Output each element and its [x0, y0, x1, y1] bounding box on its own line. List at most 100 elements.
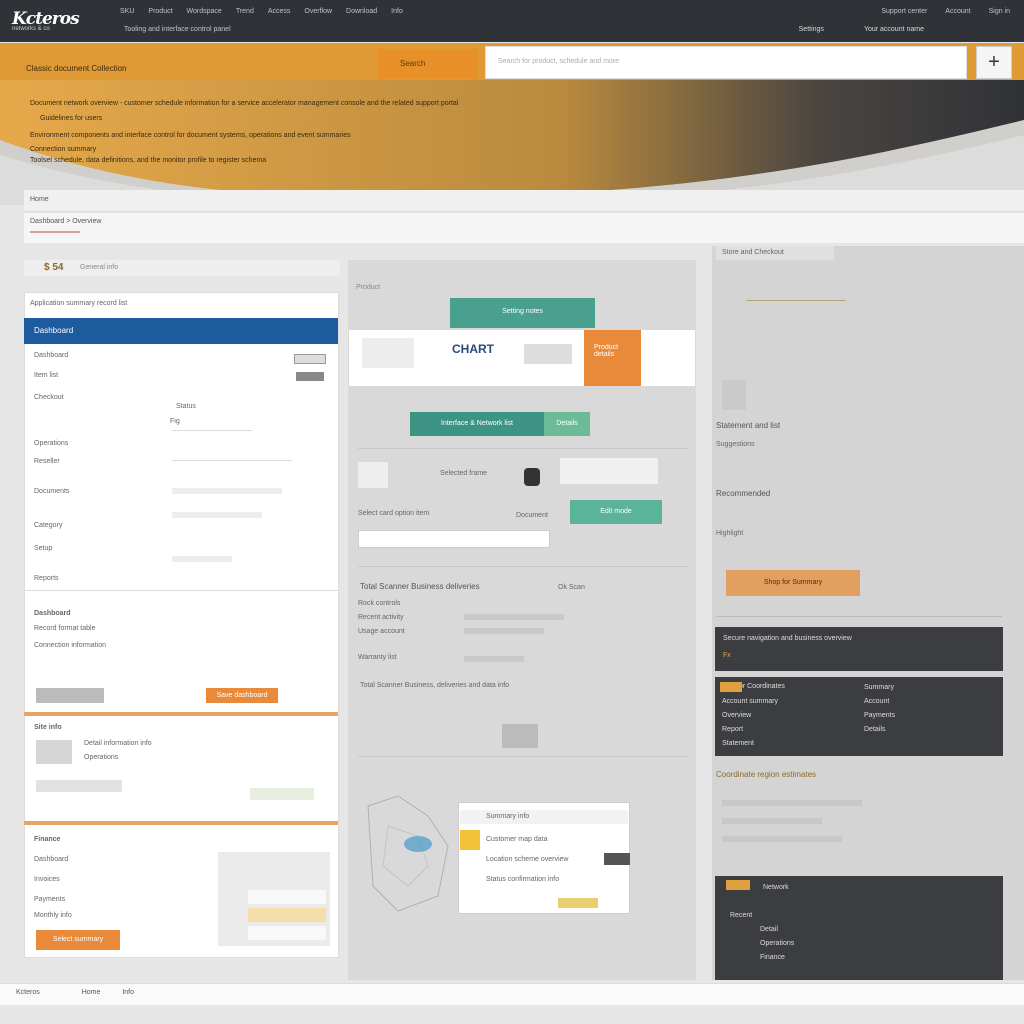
row-bar — [172, 556, 232, 562]
nav-item[interactable]: Trend — [236, 8, 254, 15]
search-category-button[interactable]: Search — [378, 49, 478, 79]
edit-mode-button[interactable]: Edit mode — [570, 500, 662, 524]
left-row[interactable]: Item list — [34, 372, 58, 379]
row-bar — [722, 836, 842, 842]
nav-item[interactable]: Access — [268, 8, 291, 15]
mid-list-item[interactable]: Rock controls — [358, 600, 400, 607]
frame-thumbnail — [358, 462, 388, 488]
footer: Kcteros Home Info — [0, 983, 1024, 1005]
right-item[interactable]: Highlight — [716, 530, 743, 537]
footer-link[interactable]: Home — [82, 989, 101, 996]
top-links: Support center Account Sign in — [881, 8, 1010, 15]
dark-row[interactable]: Finance — [760, 954, 785, 961]
grey-button[interactable] — [36, 688, 104, 703]
frame-preview — [560, 458, 658, 484]
dark-row[interactable]: Operations — [760, 940, 794, 947]
mid-list-item[interactable]: Recent activity — [358, 614, 404, 621]
section-row[interactable]: Invoices — [34, 876, 60, 883]
breadcrumb-text[interactable]: Dashboard > Overview — [30, 218, 1018, 225]
nav-item[interactable]: Product — [148, 8, 172, 15]
select-summary-button[interactable]: Select summary — [36, 930, 120, 950]
network-list-tab[interactable]: Interface & Network list — [410, 412, 544, 436]
section-separator — [24, 712, 338, 716]
top-link[interactable]: Account — [945, 8, 970, 15]
left-row[interactable]: Operations — [34, 440, 68, 447]
product-details-tab[interactable]: Product details — [584, 330, 641, 386]
details-tab[interactable]: Details — [544, 412, 590, 436]
section-row[interactable]: Detail information info — [84, 740, 152, 747]
nav-item[interactable]: Overflow — [304, 8, 332, 15]
status-toggle[interactable] — [294, 354, 326, 364]
left-row[interactable]: Setup — [34, 545, 52, 552]
section-separator — [24, 821, 338, 825]
section-row[interactable]: Connection information — [34, 642, 106, 649]
dark-panel-3: Network — [715, 876, 1003, 980]
right-title: Store and Checkout — [722, 249, 784, 256]
dark-row[interactable]: Recent — [730, 912, 752, 919]
card-tags — [558, 898, 598, 908]
left-row[interactable]: Documents — [34, 488, 69, 495]
section-row[interactable]: Monthly info — [34, 912, 72, 919]
dark-row[interactable]: Report — [722, 726, 743, 733]
section-title: Finance — [34, 836, 61, 843]
card-row: Customer map data — [486, 836, 548, 843]
top-link[interactable]: Support center — [881, 8, 927, 15]
hero-line: Toolset schedule, data definitions, and … — [30, 157, 267, 164]
dark-panel-title: Vendor Coordinates — [723, 683, 785, 690]
left-row[interactable]: Checkout — [34, 394, 64, 401]
left-row[interactable]: Reseller — [34, 458, 60, 465]
dark-panel-text: Secure navigation and business overview — [723, 635, 852, 642]
right-line — [746, 300, 846, 301]
top-link[interactable]: Your account name — [864, 26, 924, 33]
nav-item[interactable]: Wordspace — [187, 8, 222, 15]
left-row[interactable]: Dashboard — [34, 352, 68, 359]
footer-link[interactable]: Info — [122, 989, 134, 996]
right-item[interactable]: Statement and list — [716, 421, 780, 430]
dark-row[interactable]: Statement — [722, 740, 754, 747]
setting-notes-tab[interactable]: Setting notes — [450, 298, 595, 328]
save-dashboard-button[interactable]: Save dashboard — [206, 688, 278, 703]
left-row[interactable]: Reports — [34, 575, 59, 582]
section-row[interactable]: Payments — [34, 896, 65, 903]
section-row[interactable]: Record format table — [34, 625, 95, 632]
top-link[interactable]: Sign in — [989, 8, 1010, 15]
nav-item[interactable]: Download — [346, 8, 377, 15]
dark-row[interactable]: Account summary — [722, 698, 778, 705]
dark-row[interactable]: Overview — [722, 712, 751, 719]
search-input[interactable]: Search for product, schedule and more — [485, 46, 967, 79]
hero-line: Connection summary — [30, 146, 97, 153]
option-label: Document — [516, 512, 548, 519]
column-header: Status — [176, 403, 196, 410]
column-header: Fig — [170, 418, 180, 425]
orange-badge — [726, 880, 750, 890]
mid-list-item[interactable]: Warranty list — [358, 654, 397, 661]
section-row[interactable]: Operations — [84, 754, 118, 761]
mini-row — [248, 908, 326, 922]
nav-item[interactable]: SKU — [120, 8, 134, 15]
plus-icon[interactable]: + — [976, 46, 1012, 79]
dark-panel-title: Network — [763, 884, 789, 891]
top-link[interactable]: Settings — [799, 26, 824, 33]
left-title: Application summary record list — [30, 300, 128, 307]
dark-row[interactable]: Detail — [760, 926, 778, 933]
right-section-title: Coordinate region estimates — [716, 770, 817, 779]
left-row[interactable]: Category — [34, 522, 62, 529]
right-item[interactable]: Recommended — [716, 489, 770, 498]
top-bar — [0, 0, 1024, 42]
orange-badge — [720, 682, 742, 692]
card-button[interactable] — [604, 853, 630, 865]
collection-label: Classic document Collection — [26, 64, 127, 73]
row-bar — [172, 512, 262, 518]
option-select[interactable] — [358, 530, 550, 548]
shop-summary-button[interactable]: Shop for Summary — [726, 570, 860, 596]
section-row[interactable]: Dashboard — [34, 856, 68, 863]
nav-item[interactable]: Info — [391, 8, 403, 15]
mid-list-item[interactable]: Usage account — [358, 628, 405, 635]
option-label: Select card option item — [358, 510, 430, 517]
device-icon — [524, 468, 540, 486]
right-item[interactable]: Suggestions — [716, 441, 755, 448]
dark-row-right: Summary — [864, 684, 894, 691]
footer-logo[interactable]: Kcteros — [16, 989, 40, 996]
breadcrumb: Dashboard > Overview — [24, 213, 1024, 243]
row-bar — [722, 800, 862, 806]
